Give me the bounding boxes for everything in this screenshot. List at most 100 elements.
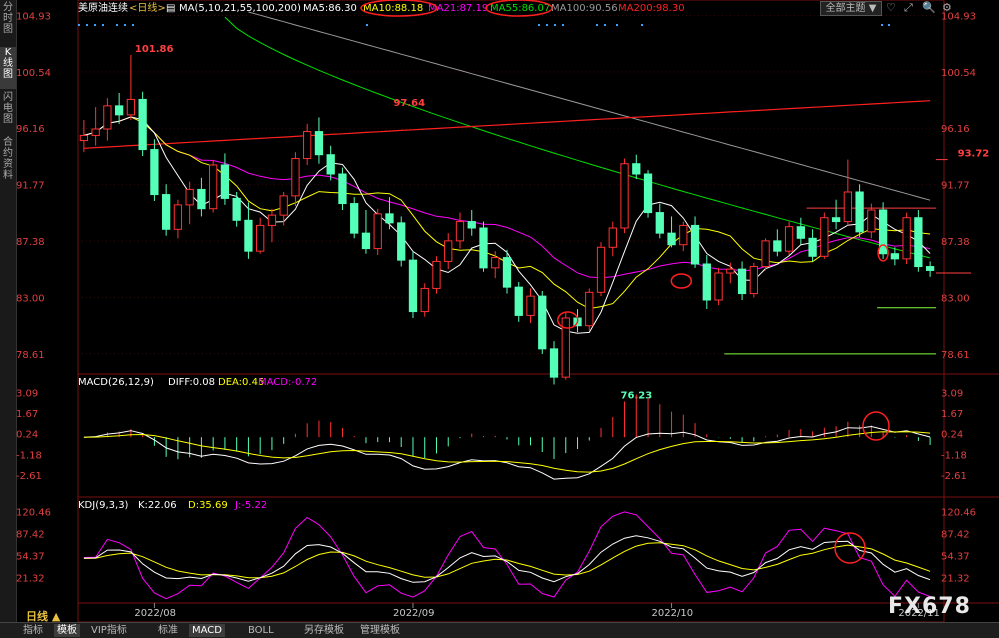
price-tick-right: 96.16 (941, 124, 970, 135)
candle-body (914, 217, 923, 268)
candle-body (784, 226, 794, 252)
left-tab-1[interactable]: K线图 (0, 47, 16, 89)
kdj-d-value: D:35.69 (188, 500, 228, 511)
price-tick-left: 104.93 (16, 11, 51, 22)
candle-body (737, 268, 747, 295)
candle-body (138, 98, 147, 151)
candle-body (620, 163, 629, 229)
macd-tick-right: 0.24 (941, 430, 963, 441)
candle-body (749, 266, 758, 295)
footer-tab-1[interactable]: 模板 (54, 624, 80, 637)
candle-body (808, 237, 817, 257)
settings-icon[interactable]: ⚙ (942, 1, 952, 14)
search-icon[interactable]: 🔍 (922, 1, 936, 14)
candle-body (690, 224, 700, 265)
footer-tab-5[interactable]: BOLL (245, 624, 277, 637)
candle-body (514, 286, 523, 316)
candle-body (596, 246, 606, 293)
chart-canvas[interactable]: 104.93 104.93100.54 100.5496.16 96.1691.77 9… (16, 0, 999, 622)
candle-body (479, 227, 488, 269)
price-tick-right: 87.38 (941, 237, 970, 248)
kdj-tick-left: 21.32 (16, 574, 45, 585)
ma55-value: MA55:86.07 (490, 3, 550, 14)
heart-icon[interactable]: ♡ (886, 1, 896, 14)
event-marker (116, 24, 118, 26)
candle-body (608, 227, 617, 248)
candle-body (502, 257, 512, 288)
footer-tab-4[interactable]: MACD (189, 624, 225, 637)
candle-body (79, 134, 89, 142)
price-tick-left: 78.61 (16, 350, 45, 361)
candle-body (773, 240, 782, 252)
macd-highlight-circle (862, 411, 890, 441)
kdj-k-line (83, 535, 931, 583)
candle-body (114, 105, 124, 116)
date-label: 2022/10 (652, 608, 694, 619)
ma10-value: MA10:88.18 (363, 3, 423, 14)
candle-body (350, 203, 359, 234)
candle-body (831, 217, 841, 223)
candle-body (667, 232, 676, 246)
left-tab-0[interactable]: 分时图 (0, 2, 16, 44)
left-tab-2[interactable]: 闪电图 (0, 92, 16, 134)
ma5-value: MA5:86.30 (303, 3, 357, 14)
event-marker (94, 24, 96, 26)
candle-body (526, 295, 535, 316)
candle-body (761, 240, 770, 268)
kdj-tick-right: 120.46 (941, 507, 976, 518)
candle-body (655, 212, 664, 234)
candle-body (632, 163, 641, 175)
footer-tab-6[interactable]: 另存模板 (301, 624, 347, 637)
candle-body (726, 268, 735, 274)
footer-tab-2[interactable]: VIP指标 (88, 624, 130, 637)
event-marker (641, 24, 643, 26)
candle-body (643, 173, 653, 214)
candle-body (585, 291, 594, 327)
price-tick-right: 78.61 (941, 350, 970, 361)
event-marker (132, 24, 134, 26)
bottom-toolbar: 指标 模板 VIP指标 标准 MACD BOLL 另存模板 管理模板 (0, 622, 999, 638)
ma200-line (83, 100, 931, 149)
macd-diff-line (83, 425, 931, 480)
theme-dropdown[interactable]: 全部主题 ▼ (820, 1, 882, 16)
macd-tick-left: -1.18 (16, 450, 42, 461)
candle-body (244, 219, 253, 252)
candle-body (902, 217, 911, 260)
candle-body (455, 221, 465, 242)
candle-body (549, 348, 559, 378)
candle-body (420, 287, 429, 313)
kdj-tick-right: 87.42 (941, 529, 970, 540)
kdj-tick-left: 54.37 (16, 552, 45, 563)
left-tab-3[interactable]: 合约资料 (0, 137, 16, 181)
fullscreen-icon[interactable]: ⤢ (904, 1, 913, 15)
price-tick-right: 83.00 (941, 293, 970, 304)
candle-body (843, 191, 852, 223)
event-marker (124, 24, 126, 26)
candle-body (796, 226, 805, 239)
event-marker (546, 24, 548, 26)
candle-body (373, 213, 382, 250)
candle-body (397, 222, 406, 261)
chart-frame (77, 0, 945, 622)
footer-tab-7[interactable]: 管理模板 (357, 624, 403, 637)
candle-body (855, 191, 864, 233)
macd-tick-right: -2.61 (941, 471, 967, 482)
kdj-tick-left: 87.42 (16, 529, 45, 540)
candle-body (867, 209, 876, 233)
candle-body (232, 197, 241, 221)
period-name: <日线> (129, 1, 166, 14)
ma-params: MA(5,10,21,55,100,200) (179, 3, 301, 14)
event-marker (562, 24, 564, 26)
candle-body (361, 232, 371, 250)
date-label: 2022/08 (134, 608, 176, 619)
macd-tick-left: -2.61 (16, 471, 42, 482)
kdj-k-value: K:22.06 (138, 500, 177, 511)
kdj-tick-right: 54.37 (941, 552, 970, 563)
left-vertical-tabs: 分时图 K线图闪电图合约资料 (0, 0, 17, 622)
footer-tab-3[interactable]: 标准 (155, 624, 181, 637)
footer-tab-0[interactable]: 指标 (20, 624, 46, 637)
macd-tick-left: 3.09 (16, 388, 38, 399)
event-marker (888, 24, 890, 26)
candle-body (303, 131, 312, 160)
candle-body (279, 195, 288, 216)
